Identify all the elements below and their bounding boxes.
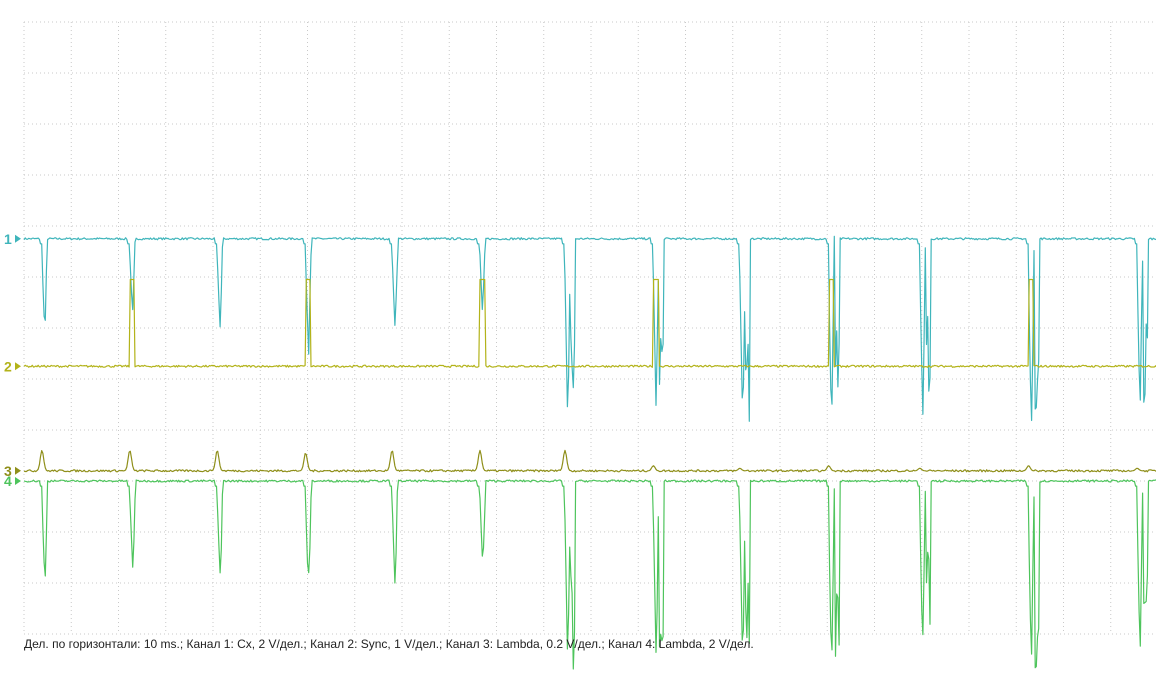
plot-grid <box>23 21 1156 635</box>
oscilloscope-plot: 1234 <box>4 21 1156 670</box>
channel-marker-ch1: 1 <box>4 231 12 247</box>
channel-arrow-icon <box>15 362 21 371</box>
channel-marker-ch4: 4 <box>4 473 12 489</box>
channel-marker-ch2: 2 <box>4 358 12 374</box>
channel-arrow-icon <box>15 477 21 485</box>
trace-ch1 <box>23 235 1156 422</box>
channel-arrow-icon <box>15 466 21 475</box>
trace-ch2 <box>23 278 1156 368</box>
signal-traces <box>23 235 1156 670</box>
channel-markers: 1234 <box>4 231 21 489</box>
scale-caption: Дел. по горизонтали: 10 ms.; Канал 1: Сх… <box>24 637 754 651</box>
channel-arrow-icon <box>15 234 21 243</box>
trace-ch3 <box>23 449 1156 473</box>
